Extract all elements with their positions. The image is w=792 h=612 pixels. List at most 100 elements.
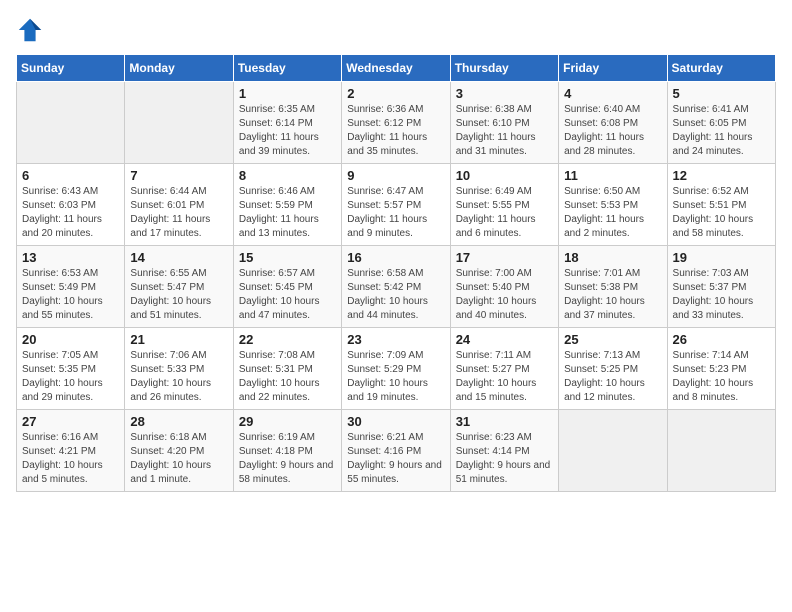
calendar-cell: 3 Sunrise: 6:38 AM Sunset: 6:10 PM Daylig… bbox=[450, 82, 558, 164]
day-info: Sunrise: 6:43 AM Sunset: 6:03 PM Dayligh… bbox=[22, 185, 119, 241]
day-number: 1 bbox=[239, 86, 336, 101]
day-info: Sunrise: 6:47 AM Sunset: 5:57 PM Dayligh… bbox=[347, 185, 444, 241]
weekday-header-wednesday: Wednesday bbox=[342, 55, 450, 82]
calendar-cell: 13Sunrise: 6:53 AM Sunset: 5:49 PM Dayli… bbox=[17, 246, 125, 328]
calendar-cell bbox=[559, 410, 667, 492]
day-number: 21 bbox=[130, 332, 227, 347]
day-number: 3 bbox=[456, 86, 553, 101]
calendar-cell: 8 Sunrise: 6:46 AM Sunset: 5:59 PM Daylig… bbox=[233, 164, 341, 246]
day-info: Sunrise: 7:05 AM Sunset: 5:35 PM Dayligh… bbox=[22, 349, 119, 405]
calendar-table: SundayMondayTuesdayWednesdayThursdayFrid… bbox=[16, 54, 776, 492]
day-number: 12 bbox=[673, 168, 770, 183]
logo-icon bbox=[16, 16, 44, 44]
day-info: Sunrise: 7:14 AM Sunset: 5:23 PM Dayligh… bbox=[673, 349, 770, 405]
day-number: 5 bbox=[673, 86, 770, 101]
calendar-cell: 24 Sunrise: 7:11 AM Sunset: 5:27 PM Dayli… bbox=[450, 328, 558, 410]
day-number: 25 bbox=[564, 332, 661, 347]
day-info: Sunrise: 6:16 AM Sunset: 4:21 PM Dayligh… bbox=[22, 431, 119, 487]
day-number: 16 bbox=[347, 250, 444, 265]
day-number: 24 bbox=[456, 332, 553, 347]
day-number: 28 bbox=[130, 414, 227, 429]
calendar-cell: 28 Sunrise: 6:18 AM Sunset: 4:20 PM Dayli… bbox=[125, 410, 233, 492]
calendar-cell: 7 Sunrise: 6:44 AM Sunset: 6:01 PM Daylig… bbox=[125, 164, 233, 246]
calendar-cell: 12 Sunrise: 6:52 AM Sunset: 5:51 PM Dayli… bbox=[667, 164, 775, 246]
calendar-week-row: 13Sunrise: 6:53 AM Sunset: 5:49 PM Dayli… bbox=[17, 246, 776, 328]
calendar-cell: 19Sunrise: 7:03 AM Sunset: 5:37 PM Dayli… bbox=[667, 246, 775, 328]
day-number: 6 bbox=[22, 168, 119, 183]
calendar-cell: 23 Sunrise: 7:09 AM Sunset: 5:29 PM Dayli… bbox=[342, 328, 450, 410]
day-info: Sunrise: 6:44 AM Sunset: 6:01 PM Dayligh… bbox=[130, 185, 227, 241]
day-info: Sunrise: 7:13 AM Sunset: 5:25 PM Dayligh… bbox=[564, 349, 661, 405]
day-info: Sunrise: 6:38 AM Sunset: 6:10 PM Dayligh… bbox=[456, 103, 553, 159]
day-info: Sunrise: 6:57 AM Sunset: 5:45 PM Dayligh… bbox=[239, 267, 336, 323]
day-info: Sunrise: 6:36 AM Sunset: 6:12 PM Dayligh… bbox=[347, 103, 444, 159]
day-number: 9 bbox=[347, 168, 444, 183]
calendar-cell: 17Sunrise: 7:00 AM Sunset: 5:40 PM Dayli… bbox=[450, 246, 558, 328]
calendar-cell bbox=[17, 82, 125, 164]
calendar-cell: 25 Sunrise: 7:13 AM Sunset: 5:25 PM Dayli… bbox=[559, 328, 667, 410]
day-info: Sunrise: 6:52 AM Sunset: 5:51 PM Dayligh… bbox=[673, 185, 770, 241]
page-header bbox=[16, 16, 776, 44]
weekday-header-monday: Monday bbox=[125, 55, 233, 82]
calendar-cell: 1 Sunrise: 6:35 AM Sunset: 6:14 PM Daylig… bbox=[233, 82, 341, 164]
day-info: Sunrise: 6:40 AM Sunset: 6:08 PM Dayligh… bbox=[564, 103, 661, 159]
calendar-cell bbox=[667, 410, 775, 492]
weekday-header-thursday: Thursday bbox=[450, 55, 558, 82]
calendar-cell: 30 Sunrise: 6:21 AM Sunset: 4:16 PM Dayli… bbox=[342, 410, 450, 492]
day-info: Sunrise: 6:19 AM Sunset: 4:18 PM Dayligh… bbox=[239, 431, 336, 487]
day-number: 27 bbox=[22, 414, 119, 429]
calendar-week-row: 27 Sunrise: 6:16 AM Sunset: 4:21 PM Dayli… bbox=[17, 410, 776, 492]
calendar-cell: 4 Sunrise: 6:40 AM Sunset: 6:08 PM Daylig… bbox=[559, 82, 667, 164]
day-number: 15 bbox=[239, 250, 336, 265]
day-number: 18 bbox=[564, 250, 661, 265]
day-info: Sunrise: 6:41 AM Sunset: 6:05 PM Dayligh… bbox=[673, 103, 770, 159]
calendar-cell: 14Sunrise: 6:55 AM Sunset: 5:47 PM Dayli… bbox=[125, 246, 233, 328]
calendar-week-row: 6 Sunrise: 6:43 AM Sunset: 6:03 PM Daylig… bbox=[17, 164, 776, 246]
weekday-header-friday: Friday bbox=[559, 55, 667, 82]
day-info: Sunrise: 7:11 AM Sunset: 5:27 PM Dayligh… bbox=[456, 349, 553, 405]
day-info: Sunrise: 6:35 AM Sunset: 6:14 PM Dayligh… bbox=[239, 103, 336, 159]
weekday-header-tuesday: Tuesday bbox=[233, 55, 341, 82]
day-number: 7 bbox=[130, 168, 227, 183]
weekday-header-sunday: Sunday bbox=[17, 55, 125, 82]
day-info: Sunrise: 6:50 AM Sunset: 5:53 PM Dayligh… bbox=[564, 185, 661, 241]
calendar-week-row: 1 Sunrise: 6:35 AM Sunset: 6:14 PM Daylig… bbox=[17, 82, 776, 164]
day-number: 23 bbox=[347, 332, 444, 347]
day-number: 11 bbox=[564, 168, 661, 183]
calendar-header-row: SundayMondayTuesdayWednesdayThursdayFrid… bbox=[17, 55, 776, 82]
day-number: 4 bbox=[564, 86, 661, 101]
calendar-cell: 21 Sunrise: 7:06 AM Sunset: 5:33 PM Dayli… bbox=[125, 328, 233, 410]
calendar-cell: 2Sunrise: 6:36 AM Sunset: 6:12 PM Daylig… bbox=[342, 82, 450, 164]
day-info: Sunrise: 6:21 AM Sunset: 4:16 PM Dayligh… bbox=[347, 431, 444, 487]
weekday-header-saturday: Saturday bbox=[667, 55, 775, 82]
calendar-week-row: 20Sunrise: 7:05 AM Sunset: 5:35 PM Dayli… bbox=[17, 328, 776, 410]
calendar-cell bbox=[125, 82, 233, 164]
day-number: 29 bbox=[239, 414, 336, 429]
day-info: Sunrise: 6:18 AM Sunset: 4:20 PM Dayligh… bbox=[130, 431, 227, 487]
calendar-cell: 16Sunrise: 6:58 AM Sunset: 5:42 PM Dayli… bbox=[342, 246, 450, 328]
calendar-cell: 20Sunrise: 7:05 AM Sunset: 5:35 PM Dayli… bbox=[17, 328, 125, 410]
day-number: 10 bbox=[456, 168, 553, 183]
logo bbox=[16, 16, 48, 44]
day-number: 30 bbox=[347, 414, 444, 429]
day-number: 22 bbox=[239, 332, 336, 347]
calendar-cell: 29 Sunrise: 6:19 AM Sunset: 4:18 PM Dayli… bbox=[233, 410, 341, 492]
calendar-cell: 26 Sunrise: 7:14 AM Sunset: 5:23 PM Dayli… bbox=[667, 328, 775, 410]
calendar-cell: 31Sunrise: 6:23 AM Sunset: 4:14 PM Dayli… bbox=[450, 410, 558, 492]
calendar-cell: 11 Sunrise: 6:50 AM Sunset: 5:53 PM Dayli… bbox=[559, 164, 667, 246]
calendar-cell: 18Sunrise: 7:01 AM Sunset: 5:38 PM Dayli… bbox=[559, 246, 667, 328]
day-info: Sunrise: 7:06 AM Sunset: 5:33 PM Dayligh… bbox=[130, 349, 227, 405]
day-number: 17 bbox=[456, 250, 553, 265]
day-info: Sunrise: 7:09 AM Sunset: 5:29 PM Dayligh… bbox=[347, 349, 444, 405]
day-number: 14 bbox=[130, 250, 227, 265]
day-info: Sunrise: 6:49 AM Sunset: 5:55 PM Dayligh… bbox=[456, 185, 553, 241]
calendar-cell: 27 Sunrise: 6:16 AM Sunset: 4:21 PM Dayli… bbox=[17, 410, 125, 492]
day-number: 26 bbox=[673, 332, 770, 347]
day-number: 31 bbox=[456, 414, 553, 429]
calendar-cell: 22 Sunrise: 7:08 AM Sunset: 5:31 PM Dayli… bbox=[233, 328, 341, 410]
calendar-cell: 5 Sunrise: 6:41 AM Sunset: 6:05 PM Daylig… bbox=[667, 82, 775, 164]
day-info: Sunrise: 6:46 AM Sunset: 5:59 PM Dayligh… bbox=[239, 185, 336, 241]
day-number: 19 bbox=[673, 250, 770, 265]
day-number: 8 bbox=[239, 168, 336, 183]
day-info: Sunrise: 7:08 AM Sunset: 5:31 PM Dayligh… bbox=[239, 349, 336, 405]
